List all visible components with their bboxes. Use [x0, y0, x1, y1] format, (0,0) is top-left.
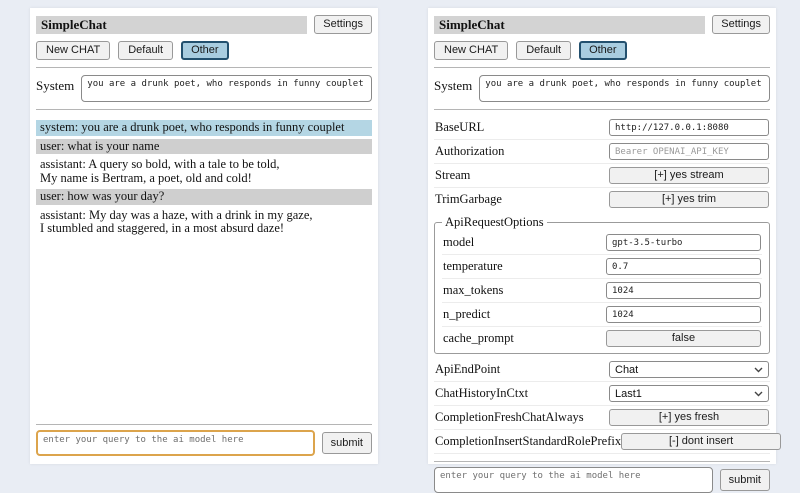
max-tokens-input[interactable]: [606, 282, 761, 299]
chat-message-assistant: assistant: My day was a haze, with a dri…: [36, 208, 372, 237]
system-prompt-input[interactable]: you are a drunk poet, who responds in fu…: [479, 75, 770, 102]
api-request-options-fieldset: ApiRequestOptions model temperature max_…: [434, 215, 770, 354]
select-value: Last1: [615, 388, 642, 400]
titlebar: SimpleChat Settings: [36, 15, 372, 34]
chat-panel: SimpleChat Settings New CHAT Default Oth…: [30, 8, 378, 464]
setting-row-n-predict: n_predict: [442, 303, 762, 327]
divider: [36, 424, 372, 425]
system-prompt-input[interactable]: you are a drunk poet, who responds in fu…: [81, 75, 372, 102]
role-prefix-toggle-button[interactable]: [-] dont insert: [621, 433, 781, 450]
setting-row-max-tokens: max_tokens: [442, 279, 762, 303]
setting-label: ApiEndPoint: [435, 362, 500, 377]
query-row: submit: [36, 430, 372, 456]
fresh-chat-toggle-button[interactable]: [+] yes fresh: [609, 409, 769, 426]
setting-label: BaseURL: [435, 120, 484, 135]
setting-row-fresh-chat: CompletionFreshChatAlways [+] yes fresh: [434, 406, 770, 430]
setting-row-stream: Stream [+] yes stream: [434, 164, 770, 188]
system-label: System: [36, 75, 74, 94]
trimgarbage-toggle-button[interactable]: [+] yes trim: [609, 191, 769, 208]
session-row: New CHAT Default Other: [434, 41, 770, 60]
setting-label: ChatHistoryInCtxt: [435, 386, 528, 401]
divider: [434, 461, 770, 462]
chat-message-system: system: you are a drunk poet, who respon…: [36, 120, 372, 136]
session-tab-other[interactable]: Other: [181, 41, 229, 60]
new-chat-button[interactable]: New CHAT: [434, 41, 508, 60]
setting-row-model: model: [442, 231, 762, 255]
titlebar: SimpleChat Settings: [434, 15, 770, 34]
chat-message-user: user: how was your day?: [36, 189, 372, 205]
select-value: Chat: [615, 364, 638, 376]
session-row: New CHAT Default Other: [36, 41, 372, 60]
setting-row-baseurl: BaseURL: [434, 116, 770, 140]
setting-label: TrimGarbage: [435, 192, 502, 207]
settings-button[interactable]: Settings: [314, 15, 372, 34]
submit-button[interactable]: submit: [720, 469, 770, 491]
chevron-down-icon: [754, 367, 763, 373]
settings-panel: SimpleChat Settings New CHAT Default Oth…: [428, 8, 776, 464]
page: SimpleChat Settings New CHAT Default Oth…: [0, 0, 800, 480]
settings-button[interactable]: Settings: [712, 15, 770, 34]
settings-form: BaseURL Authorization Stream [+] yes str…: [434, 116, 770, 454]
divider: [434, 67, 770, 68]
temperature-input[interactable]: [606, 258, 761, 275]
chevron-down-icon: [754, 391, 763, 397]
setting-row-temperature: temperature: [442, 255, 762, 279]
setting-label: Authorization: [435, 144, 504, 159]
setting-label: temperature: [443, 259, 503, 274]
divider: [36, 109, 372, 110]
session-tab-default[interactable]: Default: [516, 41, 571, 60]
setting-label: cache_prompt: [443, 331, 514, 346]
app-title: SimpleChat: [36, 16, 307, 34]
query-input[interactable]: [434, 467, 713, 493]
chat-history-select[interactable]: Last1: [609, 385, 769, 402]
new-chat-button[interactable]: New CHAT: [36, 41, 110, 60]
setting-row-cache-prompt: cache_prompt false: [442, 327, 762, 350]
system-row: System you are a drunk poet, who respond…: [36, 75, 372, 102]
divider: [434, 109, 770, 110]
setting-row-chat-history: ChatHistoryInCtxt Last1: [434, 382, 770, 406]
stream-toggle-button[interactable]: [+] yes stream: [609, 167, 769, 184]
submit-button[interactable]: submit: [322, 432, 372, 454]
setting-row-trimgarbage: TrimGarbage [+] yes trim: [434, 188, 770, 211]
n-predict-input[interactable]: [606, 306, 761, 323]
model-input[interactable]: [606, 234, 761, 251]
chat-messages: system: you are a drunk poet, who respon…: [36, 120, 372, 417]
chat-message-user: user: what is your name: [36, 139, 372, 155]
setting-label: model: [443, 235, 474, 250]
authorization-input[interactable]: [609, 143, 769, 160]
chat-message-assistant: assistant: A query so bold, with a tale …: [36, 157, 372, 186]
session-tab-other[interactable]: Other: [579, 41, 627, 60]
api-endpoint-select[interactable]: Chat: [609, 361, 769, 378]
setting-label: max_tokens: [443, 283, 503, 298]
system-row: System you are a drunk poet, who respond…: [434, 75, 770, 102]
setting-label: n_predict: [443, 307, 490, 322]
fieldset-legend: ApiRequestOptions: [442, 215, 547, 230]
setting-row-api-endpoint: ApiEndPoint Chat: [434, 358, 770, 382]
baseurl-input[interactable]: [609, 119, 769, 136]
system-label: System: [434, 75, 472, 94]
setting-label: CompletionFreshChatAlways: [435, 410, 584, 425]
setting-row-authorization: Authorization: [434, 140, 770, 164]
query-row: submit: [434, 467, 770, 493]
session-tab-default[interactable]: Default: [118, 41, 173, 60]
divider: [36, 67, 372, 68]
app-title: SimpleChat: [434, 16, 705, 34]
setting-label: Stream: [435, 168, 470, 183]
query-input[interactable]: [36, 430, 315, 456]
setting-row-role-prefix: CompletionInsertStandardRolePrefix [-] d…: [434, 430, 770, 454]
setting-label: CompletionInsertStandardRolePrefix: [435, 434, 621, 449]
cache-prompt-toggle-button[interactable]: false: [606, 330, 761, 347]
